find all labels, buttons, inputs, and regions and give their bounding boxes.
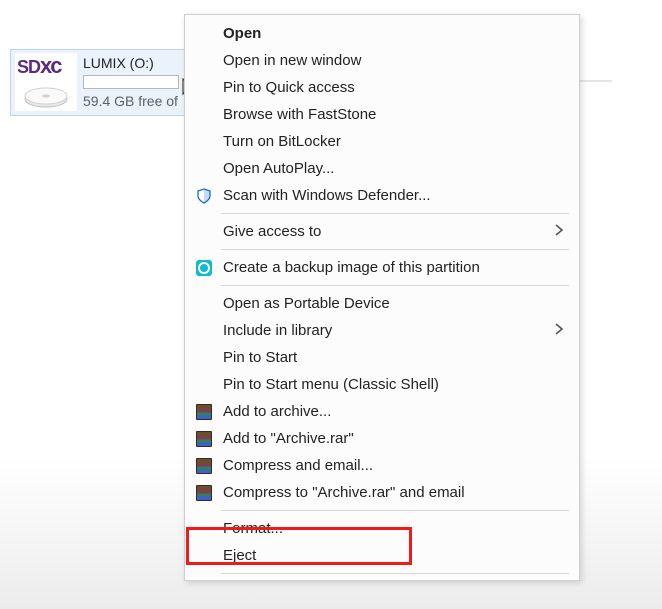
blank-icon [195,25,213,43]
winrar-icon [195,457,213,475]
context-menu: Open Open in new window Pin to Quick acces… [184,14,580,581]
drive-info: LUMIX (O:) 59.4 GB free of [83,53,181,112]
context-menu-item-label: Open AutoPlay... [223,160,565,177]
context-menu-item-label: Create a backup image of this partition [223,259,565,276]
blank-icon [195,79,213,97]
blank-icon [195,547,213,565]
context-menu-item-label: Scan with Windows Defender... [223,187,565,204]
context-menu-item-open[interactable]: Open [187,20,577,47]
context-menu-separator [221,510,569,511]
context-menu-item-include-in-library[interactable]: Include in library [187,317,577,344]
defender-shield-icon [195,187,213,205]
winrar-icon [195,484,213,502]
blank-icon [195,520,213,538]
context-menu-item-label: Compress to "Archive.rar" and email [223,484,565,501]
context-menu-item-turn-on-bitlocker[interactable]: Turn on BitLocker [187,128,577,155]
context-menu-item-pin-to-start-menu-classic-shell[interactable]: Pin to Start menu (Classic Shell) [187,371,577,398]
drive-free-text: 59.4 GB free of [83,93,181,109]
context-menu-item-label: Add to archive... [223,403,565,420]
context-menu-item-label: Open [223,25,565,42]
context-menu-item-give-access-to[interactable]: Give access to [187,218,577,245]
context-menu-item-label: Pin to Start [223,349,565,366]
context-menu-item-label: Format... [223,520,565,537]
context-menu-item-add-to-archive[interactable]: Add to archive... [187,398,577,425]
context-menu-item-pin-to-start[interactable]: Pin to Start [187,344,577,371]
blank-icon [195,376,213,394]
context-menu-item-compress-and-email[interactable]: Compress and email... [187,452,577,479]
context-menu-separator [221,249,569,250]
context-menu-item-label: Include in library [223,322,545,339]
submenu-arrow-icon [555,322,565,339]
context-menu-item-label: Open in new window [223,52,565,69]
context-menu-item-browse-with-faststone[interactable]: Browse with FastStone [187,101,577,128]
context-menu-item-label: Give access to [223,223,545,240]
winrar-icon [195,430,213,448]
context-menu-item-create-a-backup-image-of-this-partition[interactable]: Create a backup image of this partition [187,254,577,281]
winrar-icon [195,403,213,421]
sdxc-drive-icon: SDxc [15,53,77,111]
context-menu-item-pin-to-quick-access[interactable]: Pin to Quick access [187,74,577,101]
context-menu-item-open-in-new-window[interactable]: Open in new window [187,47,577,74]
blank-icon [195,322,213,340]
drive-capacity-bar [83,75,179,89]
partition-backup-icon [195,259,213,277]
context-menu-separator [221,285,569,286]
context-menu-item-label: Open as Portable Device [223,295,565,312]
context-menu-item-label: Pin to Quick access [223,79,565,96]
context-menu-item-label: Add to "Archive.rar" [223,430,565,447]
context-menu-item-scan-with-windows-defender[interactable]: Scan with Windows Defender... [187,182,577,209]
blank-icon [195,133,213,151]
context-menu-item-label: Compress and email... [223,457,565,474]
context-menu-item-label: Browse with FastStone [223,106,565,123]
context-menu-item-label: Eject [223,547,565,564]
context-menu-item-compress-to-archive-rar-and-email[interactable]: Compress to "Archive.rar" and email [187,479,577,506]
context-menu-item-add-to-archive-rar[interactable]: Add to "Archive.rar" [187,425,577,452]
context-menu-item-label: Pin to Start menu (Classic Shell) [223,376,565,393]
context-menu-item-label: Turn on BitLocker [223,133,565,150]
context-menu-item-format[interactable]: Format... [187,515,577,542]
blank-icon [195,52,213,70]
context-menu-separator [221,213,569,214]
blank-icon [195,223,213,241]
blank-icon [195,106,213,124]
blank-icon [195,349,213,367]
drive-tile[interactable]: SDxc LUMIX (O:) 59.4 GB free of [10,49,186,116]
blank-icon [195,295,213,313]
submenu-arrow-icon [555,223,565,240]
context-menu-item-eject[interactable]: Eject [187,542,577,569]
context-menu-separator [221,573,569,574]
drive-label: LUMIX (O:) [83,55,181,71]
context-menu-item-open-as-portable-device[interactable]: Open as Portable Device [187,290,577,317]
blank-icon [195,160,213,178]
context-menu-item-open-autoplay[interactable]: Open AutoPlay... [187,155,577,182]
